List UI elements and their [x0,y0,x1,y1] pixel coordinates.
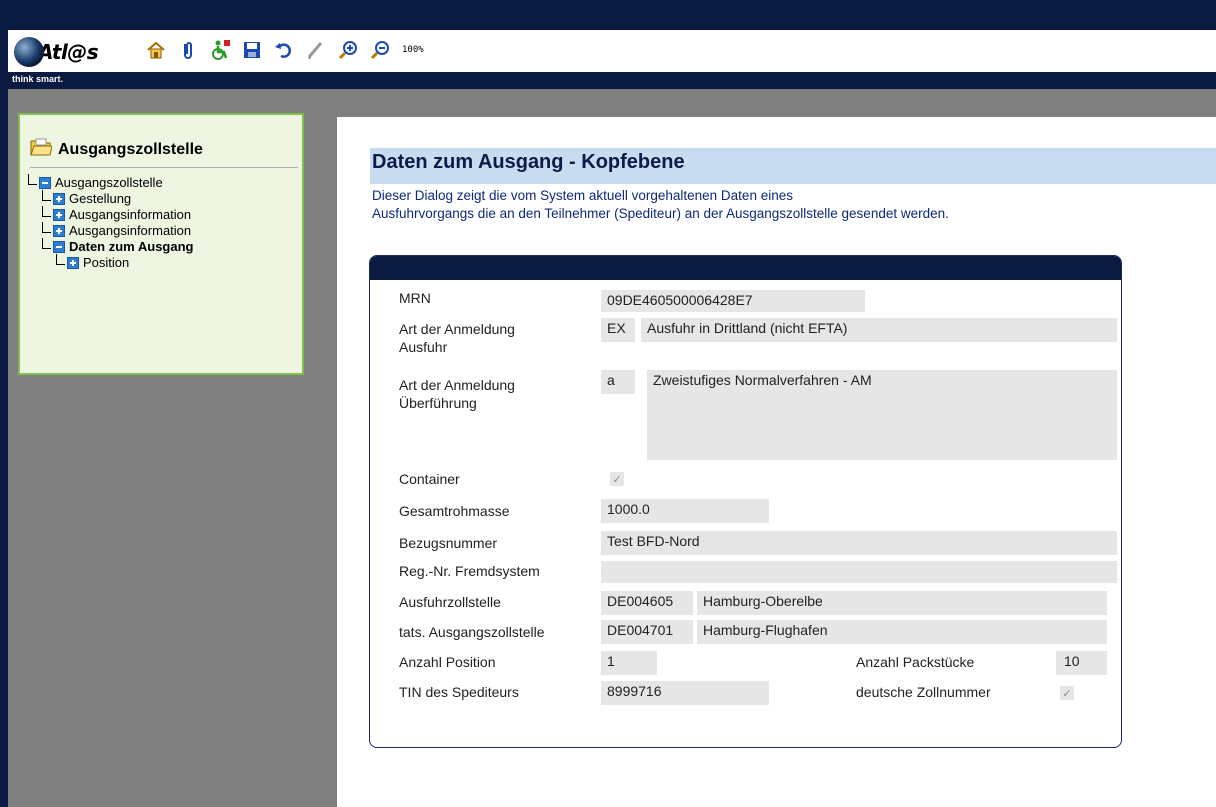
ausfuhrzollstelle-code-field[interactable]: DE004605 [601,591,693,615]
folder-icon [30,137,53,162]
deutsche-zollnummer-checkbox[interactable]: ✓ [1060,686,1074,700]
page-title: Daten zum Ausgang - Kopfebene [372,151,685,173]
description-line-1: Dieser Dialog zeigt die vom System aktue… [372,188,793,203]
art-ausfuhr-label: Art der Anmeldung Ausfuhr [399,320,515,356]
anzahl-position-label: Anzahl Position [399,654,496,670]
tree-connector [28,173,37,185]
tats-ausgangszollstelle-name-field[interactable]: Hamburg-Flughafen [697,620,1107,644]
art-ueber-text-field[interactable]: Zweistufiges Normalverfahren - AM [647,370,1117,460]
deutsche-zollnummer-label: deutsche Zollnummer [856,684,991,700]
collapse-icon[interactable] [53,241,65,253]
tagline: think smart. [12,74,64,84]
expand-icon[interactable] [53,209,65,221]
edit-icon[interactable] [304,38,328,62]
gesamtrohmasse-field[interactable]: 1000.0 [601,499,769,523]
tree-item-gestellung[interactable]: Gestellung [28,189,193,207]
accessibility-icon[interactable] [208,38,232,62]
art-ueber-label: Art der Anmeldung Überführung [399,376,515,412]
anzahl-position-field[interactable]: 1 [601,651,657,675]
ausfuhrzollstelle-name-field[interactable]: Hamburg-Oberelbe [697,591,1107,615]
art-ueber-code-field[interactable]: a [601,370,635,394]
expand-icon[interactable] [67,257,79,269]
tree-item-position[interactable]: Position [28,253,193,271]
zoom-in-icon[interactable] [336,38,360,62]
tree-item-ausgangszollstelle[interactable]: Ausgangszollstelle [28,173,193,191]
ausfuhrzollstelle-label: Ausfuhrzollstelle [399,594,501,610]
logo-text: Atl@s [38,40,99,64]
collapse-icon[interactable] [39,177,51,189]
nav-strip [8,72,1216,89]
expand-icon[interactable] [53,225,65,237]
bezugsnummer-label: Bezugsnummer [399,535,498,551]
container-label: Container [399,471,460,487]
expand-icon[interactable] [53,193,65,205]
title-bar [8,0,1216,30]
tree-connector [56,253,65,265]
tree-item-daten-zum-ausgang[interactable]: Daten zum Ausgang [28,237,193,255]
mrn-field[interactable]: 09DE460500006428E7 [601,290,865,312]
art-ausfuhr-code-field[interactable]: EX [601,318,635,342]
zoom-out-icon[interactable] [368,38,392,62]
tats-ausgangszollstelle-label: tats. Ausgangszollstelle [399,624,545,640]
art-ausfuhr-label-line1: Art der Anmeldung [399,321,515,337]
anzahl-packstuecke-field[interactable]: 10 [1056,651,1107,675]
sidebar-panel: Ausgangszollstelle Ausgangszollstelle Ge… [18,113,304,375]
tree-connector [42,237,51,249]
anzahl-packstuecke-label: Anzahl Packstücke [856,654,975,670]
home-icon[interactable] [144,38,168,62]
sidebar-tree: Ausgangszollstelle Gestellung Ausgangsin… [28,173,193,271]
save-icon[interactable] [240,38,264,62]
sidebar-title-text: Ausgangszollstelle [58,140,203,158]
art-ausfuhr-label-line2: Ausfuhr [399,339,448,355]
tree-connector [42,221,51,233]
mrn-label: MRN [399,290,431,306]
page-description: Dieser Dialog zeigt die vom System aktue… [372,187,1132,223]
undo-icon[interactable] [272,38,296,62]
container-checkbox[interactable]: ✓ [610,472,624,486]
globe-icon [14,37,44,67]
tree-item-label: Position [83,255,130,270]
zoom-level: 100% [402,45,424,55]
art-ueber-label-line1: Art der Anmeldung [399,377,515,393]
sidebar-title: Ausgangszollstelle [30,137,203,162]
reg-nr-field[interactable] [601,561,1117,583]
art-ausfuhr-text-field[interactable]: Ausfuhr in Drittland (nicht EFTA) [641,318,1117,342]
tree-connector [42,189,51,201]
window-frame-left [0,0,8,807]
tree-item-ausgangsinformation-2[interactable]: Ausgangsinformation [28,221,193,239]
tats-ausgangszollstelle-code-field[interactable]: DE004701 [601,620,693,644]
tin-spediteur-field[interactable]: 8999716 [601,681,769,705]
card-header [370,256,1121,280]
app-logo: Atl@s [14,34,99,70]
bezugsnummer-field[interactable]: Test BFD-Nord [601,531,1117,555]
reg-nr-label: Reg.-Nr. Fremdsystem [399,563,540,579]
attach-icon[interactable] [176,38,200,62]
art-ueber-label-line2: Überführung [399,395,477,411]
tin-spediteur-label: TIN des Spediteurs [399,684,519,700]
sidebar-divider [30,167,298,168]
toolbar-icons: 100% [144,36,424,64]
description-line-2: Ausfuhrvorgangs die an den Teilnehmer (S… [372,206,949,221]
tree-item-ausgangsinformation-1[interactable]: Ausgangsinformation [28,205,193,223]
gesamtrohmasse-label: Gesamtrohmasse [399,503,510,519]
tree-connector [42,205,51,217]
